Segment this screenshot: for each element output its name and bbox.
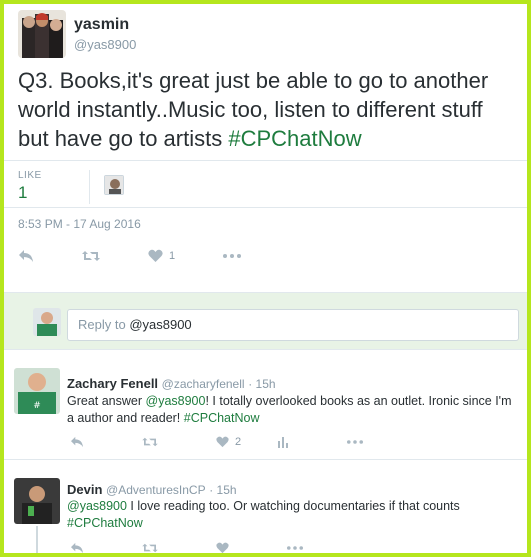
likes-count[interactable]: 1: [18, 183, 89, 203]
reply-tweet[interactable]: # Zachary Fenell @zacharyfenell · 15h Gr…: [4, 350, 527, 460]
like-button[interactable]: [216, 542, 229, 553]
reply-mention: @yas8900: [129, 317, 192, 332]
reply-tweet[interactable]: Devin @AdventuresInCP · 15h @yas8900 I l…: [4, 460, 527, 553]
reply-button[interactable]: [70, 542, 84, 553]
reply-text: @yas8900 I love reading too. Or watching…: [67, 498, 517, 532]
more-button[interactable]: [347, 440, 364, 444]
tweet-timestamp[interactable]: 8:53 PM - 17 Aug 2016: [18, 217, 141, 231]
reply-placeholder: Reply to: [78, 317, 130, 332]
author-avatar[interactable]: [18, 10, 66, 58]
reply-button[interactable]: [70, 436, 84, 448]
reply-input[interactable]: Reply to @yas8900: [67, 309, 519, 341]
reply-author-name[interactable]: Devin: [67, 482, 102, 497]
reply-mention-link[interactable]: @yas8900: [67, 499, 127, 513]
reply-hashtag-link[interactable]: #CPChatNow: [184, 411, 260, 425]
reply-mention-link[interactable]: @yas8900: [146, 394, 206, 408]
retweet-icon: [82, 249, 100, 263]
retweet-button[interactable]: [142, 436, 158, 448]
like-button[interactable]: 1: [148, 249, 175, 263]
author-name[interactable]: yasmin: [74, 16, 136, 34]
heart-icon: [148, 249, 163, 263]
reply-author-handle[interactable]: @zacharyfenell: [162, 377, 245, 391]
tweet-hashtag-link[interactable]: #CPChatNow: [228, 126, 361, 151]
tweet-header: yasmin @yas8900: [18, 10, 136, 58]
likes-label: LIKE: [18, 170, 42, 181]
reply-actions: 2: [70, 434, 421, 450]
reply-author-avatar[interactable]: [14, 478, 60, 524]
tweet-actions: 1: [18, 246, 289, 266]
retweet-button[interactable]: [82, 249, 100, 263]
reply-actions: [70, 540, 361, 553]
reply-author-avatar[interactable]: #: [14, 368, 60, 414]
author-handle[interactable]: @yas8900: [74, 37, 136, 52]
reply-icon: [18, 249, 34, 263]
svg-text:#: #: [33, 401, 41, 411]
more-button[interactable]: [223, 254, 242, 258]
reply-time[interactable]: · 15h: [209, 483, 236, 497]
like-button[interactable]: 2: [216, 436, 241, 448]
tweet-detail-panel: yasmin @yas8900 Q3. Books,it's great jus…: [4, 4, 527, 553]
more-icon: [287, 546, 303, 550]
reply-hashtag-link[interactable]: #CPChatNow: [67, 516, 143, 530]
heart-icon: [216, 436, 229, 448]
reply-icon: [70, 542, 84, 553]
like-count: 2: [235, 436, 242, 448]
reply-icon: [70, 436, 84, 448]
retweet-icon: [142, 436, 158, 448]
analytics-icon: [277, 436, 289, 448]
tweet-text: Q3. Books,it's great just be able to go …: [18, 66, 518, 153]
reply-header: Devin @AdventuresInCP · 15h: [67, 482, 237, 497]
likes-stat[interactable]: LIKE 1: [18, 170, 90, 204]
reply-header: Zachary Fenell @zacharyfenell · 15h: [67, 376, 276, 391]
retweet-icon: [142, 542, 158, 553]
like-count: 1: [169, 250, 176, 262]
thread-connector-line: [36, 526, 38, 553]
current-user-avatar: [33, 308, 61, 336]
reply-composer: Reply to @yas8900: [4, 292, 527, 350]
analytics-button[interactable]: [277, 436, 289, 448]
more-icon: [223, 254, 242, 258]
reply-time[interactable]: · 15h: [248, 377, 275, 391]
reply-author-name[interactable]: Zachary Fenell: [67, 376, 158, 391]
reply-text-b: I love reading too. Or watching document…: [126, 499, 460, 513]
reply-author-handle[interactable]: @AdventuresInCP: [106, 483, 206, 497]
more-button[interactable]: [287, 546, 303, 550]
reply-text-a: Great answer: [67, 394, 146, 408]
heart-icon: [216, 542, 229, 553]
liker-avatar[interactable]: [104, 175, 124, 195]
retweet-button[interactable]: [142, 542, 158, 553]
more-icon: [347, 440, 364, 444]
tweet-stats: LIKE 1: [4, 160, 527, 208]
reply-text: Great answer @yas8900! I totally overloo…: [67, 393, 517, 427]
reply-button[interactable]: [18, 249, 34, 263]
